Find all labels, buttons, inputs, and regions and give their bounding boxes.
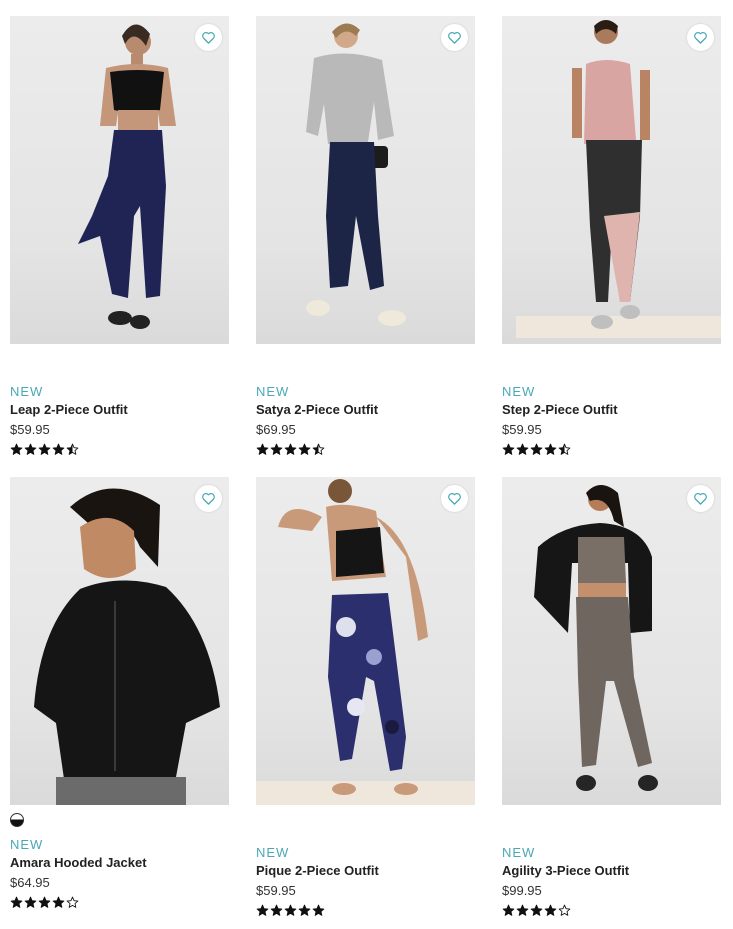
product-info: NEW Step 2-Piece Outfit $59.95 — [502, 372, 721, 458]
favorite-button[interactable] — [687, 24, 714, 51]
new-badge: NEW — [502, 845, 536, 860]
star-icon — [270, 904, 283, 916]
new-badge: NEW — [502, 384, 536, 399]
star-icon — [502, 443, 515, 455]
star-icon — [256, 443, 269, 455]
product-price: $64.95 — [10, 875, 50, 890]
product-image[interactable] — [256, 16, 475, 344]
product-image[interactable] — [502, 16, 721, 344]
product-price: $59.95 — [256, 883, 296, 898]
product-card[interactable]: NEW Satya 2-Piece Outfit $69.95 — [256, 16, 475, 458]
product-price: $59.95 — [10, 422, 50, 437]
product-card[interactable]: NEW Step 2-Piece Outfit $59.95 — [502, 16, 721, 458]
star-icon — [24, 896, 37, 908]
favorite-button[interactable] — [441, 485, 468, 512]
star-icon — [298, 904, 311, 916]
rating-stars — [502, 443, 721, 458]
product-card[interactable]: NEW Amara Hooded Jacket $64.95 — [10, 477, 229, 911]
star-icon — [66, 896, 79, 908]
star-icon — [516, 904, 529, 916]
star-icon — [558, 904, 571, 916]
heart-outline-icon — [448, 32, 461, 44]
star-icon — [298, 443, 311, 455]
star-icon — [530, 443, 543, 455]
color-swatch[interactable] — [10, 813, 24, 827]
star-icon — [558, 443, 571, 455]
model-photo — [516, 20, 721, 338]
rating-stars — [10, 896, 229, 911]
new-badge: NEW — [10, 384, 44, 399]
product-info: NEW Leap 2-Piece Outfit $59.95 — [10, 372, 229, 458]
heart-outline-icon — [202, 32, 215, 44]
color-swatches — [10, 352, 229, 372]
star-icon — [52, 896, 65, 908]
star-icon — [544, 904, 557, 916]
model-photo — [306, 23, 406, 326]
product-image[interactable] — [502, 477, 721, 805]
model-photo — [78, 24, 176, 329]
star-icon — [530, 904, 543, 916]
product-name[interactable]: Step 2-Piece Outfit — [502, 402, 721, 418]
product-name[interactable]: Agility 3-Piece Outfit — [502, 863, 721, 879]
favorite-button[interactable] — [687, 485, 714, 512]
rating-stars — [10, 443, 229, 458]
star-icon — [38, 443, 51, 455]
model-photo — [256, 479, 475, 805]
star-icon — [270, 443, 283, 455]
product-info: NEW Satya 2-Piece Outfit $69.95 — [256, 372, 475, 458]
star-icon — [284, 904, 297, 916]
heart-outline-icon — [694, 493, 707, 505]
star-icon — [312, 904, 325, 916]
heart-outline-icon — [448, 493, 461, 505]
product-info: NEW Agility 3-Piece Outfit $99.95 — [502, 833, 721, 919]
product-name[interactable]: Satya 2-Piece Outfit — [256, 402, 475, 418]
heart-outline-icon — [202, 493, 215, 505]
rating-stars — [256, 904, 475, 919]
color-swatches — [502, 352, 721, 372]
product-info: NEW Amara Hooded Jacket $64.95 — [10, 833, 229, 911]
color-swatches — [502, 813, 721, 833]
color-swatches — [256, 352, 475, 372]
product-card[interactable]: NEW Leap 2-Piece Outfit $59.95 — [10, 16, 229, 458]
product-image[interactable] — [256, 477, 475, 805]
product-price: $59.95 — [502, 422, 542, 437]
product-name[interactable]: Pique 2-Piece Outfit — [256, 863, 475, 879]
product-price: $99.95 — [502, 883, 542, 898]
favorite-button[interactable] — [195, 24, 222, 51]
star-icon — [284, 443, 297, 455]
star-icon — [38, 896, 51, 908]
model-photo — [34, 488, 220, 805]
star-icon — [312, 443, 325, 455]
favorite-button[interactable] — [441, 24, 468, 51]
product-image[interactable] — [10, 16, 229, 344]
color-swatches — [256, 813, 475, 833]
star-icon — [52, 443, 65, 455]
product-name[interactable]: Amara Hooded Jacket — [10, 855, 229, 871]
model-photo — [534, 485, 658, 791]
star-icon — [24, 443, 37, 455]
star-icon — [256, 904, 269, 916]
star-icon — [544, 443, 557, 455]
new-badge: NEW — [256, 384, 290, 399]
product-name[interactable]: Leap 2-Piece Outfit — [10, 402, 229, 418]
product-grid: NEW Leap 2-Piece Outfit $59.95 NEW Satya… — [0, 0, 733, 929]
product-card[interactable]: NEW Agility 3-Piece Outfit $99.95 — [502, 477, 721, 919]
product-info: NEW Pique 2-Piece Outfit $59.95 — [256, 833, 475, 919]
product-image[interactable] — [10, 477, 229, 805]
favorite-button[interactable] — [195, 485, 222, 512]
new-badge: NEW — [256, 845, 290, 860]
star-icon — [66, 443, 79, 455]
star-icon — [502, 904, 515, 916]
star-icon — [10, 896, 23, 908]
star-icon — [516, 443, 529, 455]
new-badge: NEW — [10, 837, 44, 852]
rating-stars — [256, 443, 475, 458]
color-swatches — [10, 813, 229, 833]
rating-stars — [502, 904, 721, 919]
product-price: $69.95 — [256, 422, 296, 437]
heart-outline-icon — [694, 32, 707, 44]
product-card[interactable]: NEW Pique 2-Piece Outfit $59.95 — [256, 477, 475, 919]
star-icon — [10, 443, 23, 455]
